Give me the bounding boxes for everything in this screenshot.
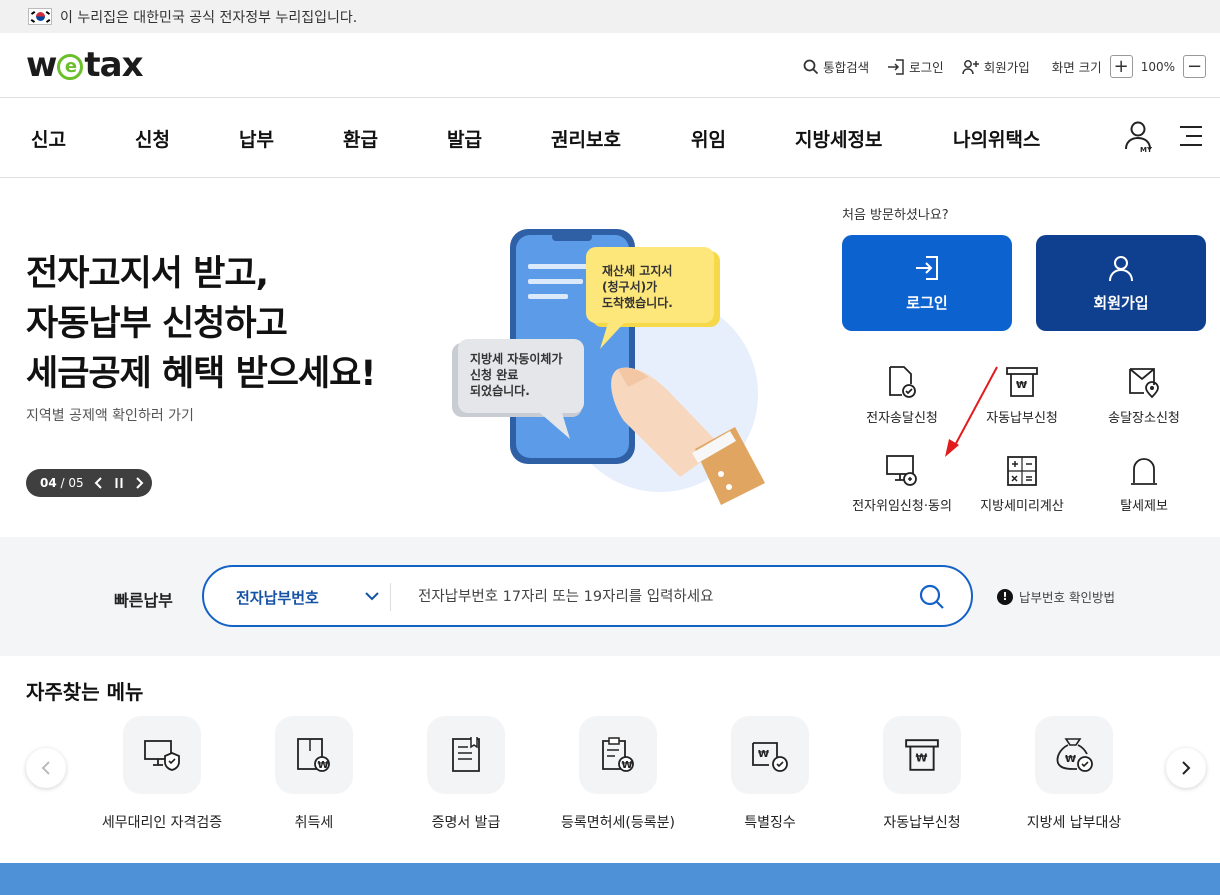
signup-button[interactable]: 회원가입 (1036, 235, 1206, 331)
wetax-logo[interactable]: w e tax (26, 45, 144, 85)
svg-text:₩: ₩ (1016, 380, 1027, 391)
freq-item-special-withholding[interactable]: ₩ 특별징수 (694, 716, 846, 832)
integrated-search-link[interactable]: 통합검색 (803, 57, 869, 76)
freq-item-registration-license-tax[interactable]: ₩ 등록면허세(등록분) (542, 716, 694, 832)
search-icon (803, 59, 819, 74)
svg-text:₩: ₩ (318, 760, 329, 771)
pause-icon (115, 478, 123, 488)
svg-text:₩: ₩ (1065, 754, 1076, 765)
svg-text:재산세 고지서: 재산세 고지서 (602, 263, 672, 278)
svg-text:신청 완료: 신청 완료 (470, 367, 518, 382)
slide-pause-button[interactable] (114, 477, 124, 489)
alarm-bell-icon (1131, 458, 1157, 485)
svg-text:되었습니다.: 되었습니다. (470, 383, 530, 398)
login-icon (916, 255, 938, 280)
chevron-right-icon (1182, 761, 1191, 775)
svg-text:(청구서)가: (청구서)가 (602, 279, 657, 294)
red-pointer-arrow-icon (945, 366, 998, 457)
freq-item-certificate[interactable]: 증명서 발급 (390, 716, 542, 832)
nav-item-my-wetax[interactable]: 나의위택스 (953, 125, 1040, 152)
slide-current: 04 (40, 476, 57, 490)
main-nav: 신고 신청 납부 환급 발급 권리보호 위임 지방세정보 나의위택스 MY (0, 98, 1220, 178)
service-tax-evasion-report[interactable]: 탈세제보 (1084, 449, 1204, 514)
quick-pay-section: 빠른납부 전자납부번호 ! 납부번호 확인방법 (0, 537, 1220, 656)
first-visit-question: 처음 방문하셨나요? (842, 208, 949, 223)
certificate-icon (452, 737, 480, 772)
chevron-right-icon (135, 477, 144, 489)
login-icon (888, 58, 904, 75)
service-delivery-address[interactable]: 송달장소신청 (1084, 361, 1204, 426)
signup-link[interactable]: 회원가입 (961, 57, 1030, 76)
chevron-left-icon (94, 477, 102, 489)
bill-printer-icon: ₩ (905, 739, 939, 771)
nav-item-pay[interactable]: 납부 (239, 125, 274, 152)
my-page-icon[interactable]: MY (1123, 120, 1157, 158)
login-link[interactable]: 로그인 (887, 57, 944, 76)
nav-item-report[interactable]: 신고 (31, 125, 66, 152)
freq-item-acquisition-tax[interactable]: ₩ 취득세 (238, 716, 390, 832)
monitor-lock-icon (886, 455, 917, 486)
freq-item-local-tax-target[interactable]: ₩ 지방세 납부대상 (998, 716, 1150, 832)
header: w e tax 통합검색 로그인 회원가입 화면 크기 + 100% − (0, 33, 1220, 98)
slide-controls: 04 / 05 (26, 469, 152, 497)
quick-pay-box: 전자납부번호 (202, 565, 973, 627)
nav-item-apply[interactable]: 신청 (135, 125, 170, 152)
svg-text:₩: ₩ (622, 760, 633, 771)
user-plus-icon (961, 59, 979, 74)
search-icon[interactable] (918, 583, 946, 611)
nav-item-issue[interactable]: 발급 (447, 125, 482, 152)
zoom-in-button[interactable]: + (1109, 55, 1133, 78)
gov-banner-text: 이 누리집은 대한민국 공식 전자정부 누리집입니다. (60, 9, 358, 26)
zoom-label: 화면 크기 (1051, 60, 1102, 75)
frequent-next-button[interactable] (1166, 748, 1206, 788)
info-icon: ! (997, 588, 1013, 605)
chevron-down-icon[interactable] (364, 589, 380, 603)
document-check-icon (889, 366, 916, 398)
zoom-value: 100% (1140, 59, 1175, 74)
money-bag-check-icon: ₩ (1056, 738, 1093, 772)
freq-item-agent-verify[interactable]: 세무대리인 자격검증 (86, 716, 238, 832)
svg-text:₩: ₩ (758, 749, 769, 760)
chevron-left-icon (41, 761, 50, 775)
hero-subtitle-link[interactable]: 지역별 공제액 확인하러 가기 (26, 405, 194, 425)
monitor-shield-icon (144, 740, 180, 771)
gov-banner: 이 누리집은 대한민국 공식 전자정부 누리집입니다. (0, 0, 1220, 33)
nav-item-refund[interactable]: 환급 (343, 125, 378, 152)
nav-item-delegate[interactable]: 위임 (691, 125, 726, 152)
nav-item-rights[interactable]: 권리보호 (551, 125, 621, 152)
frequent-menu-title: 자주찾는 메뉴 (26, 680, 144, 704)
slide-prev-button[interactable] (94, 477, 104, 489)
logo-e-mark: e (57, 54, 84, 80)
hero-title[interactable]: 전자고지서 받고, 자동납부 신청하고 세금공제 혜택 받으세요! (26, 249, 376, 399)
svg-text:MY: MY (1140, 146, 1153, 154)
building-won-icon: ₩ (297, 738, 330, 772)
slide-total: / 05 (60, 476, 84, 490)
nav-item-local-tax-info[interactable]: 지방세정보 (795, 125, 882, 152)
user-icon (1109, 255, 1133, 281)
payment-number-input[interactable] (418, 585, 898, 609)
utility-bar: 통합검색 로그인 회원가입 화면 크기 + 100% − (785, 55, 1206, 78)
freq-item-auto-payment[interactable]: ₩ 자동납부신청 (846, 716, 998, 832)
clipboard-won-icon: ₩ (602, 737, 634, 772)
payment-number-help-link[interactable]: ! 납부번호 확인방법 (997, 587, 1115, 606)
won-document-check-icon: ₩ (752, 742, 788, 772)
zoom-out-button[interactable]: − (1183, 55, 1206, 78)
quick-pay-label: 빠른납부 (114, 591, 173, 610)
frequent-prev-button[interactable] (26, 748, 66, 788)
login-button[interactable]: 로그인 (842, 235, 1012, 331)
slide-next-button[interactable] (134, 477, 144, 489)
svg-text:₩: ₩ (916, 752, 928, 764)
calculator-icon (1007, 456, 1037, 486)
payment-type-select[interactable]: 전자납부번호 (236, 587, 319, 608)
phone-notification-illustration: 재산세 고지서 (청구서)가 도착했습니다. 지방세 자동이체가 신청 완료 되… (452, 229, 765, 505)
svg-text:지방세 자동이체가: 지방세 자동이체가 (470, 351, 563, 366)
envelope-pin-icon (1129, 368, 1159, 399)
hamburger-menu-icon[interactable] (1178, 124, 1204, 152)
hero-banner: 전자고지서 받고, 자동납부 신청하고 세금공제 혜택 받으세요! 지역별 공제… (0, 179, 1220, 537)
bottom-banner-strip (0, 863, 1220, 895)
korea-flag-icon (28, 8, 52, 25)
bill-printer-icon: ₩ (1006, 367, 1038, 397)
svg-text:도착했습니다.: 도착했습니다. (602, 295, 673, 310)
